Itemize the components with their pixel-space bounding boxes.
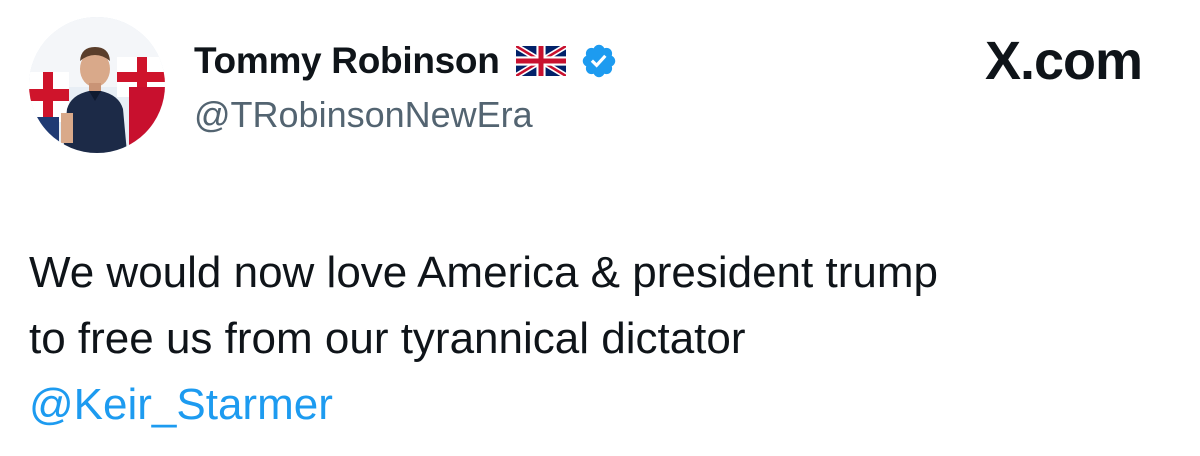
- tweet-text-line: to free us from our tyrannical dictator: [29, 314, 746, 363]
- x-brand-label: X.com: [984, 31, 1143, 91]
- avatar[interactable]: [29, 17, 165, 153]
- avatar-photo: [29, 17, 165, 153]
- uk-flag-icon: [515, 46, 566, 76]
- tweet-card: Tommy Robinson @TRobinsonNewEra X.com We…: [0, 0, 1200, 456]
- tweet-text-line: We would now love America & president tr…: [29, 248, 938, 297]
- mention-link[interactable]: @Keir_Starmer: [29, 372, 333, 438]
- author-display-name[interactable]: Tommy Robinson: [194, 40, 500, 82]
- verified-badge-icon: [580, 42, 618, 80]
- tweet-body: We would now love America & president tr…: [29, 240, 1169, 372]
- author-handle[interactable]: @TRobinsonNewEra: [194, 94, 533, 136]
- author-name-row: Tommy Robinson: [194, 38, 618, 84]
